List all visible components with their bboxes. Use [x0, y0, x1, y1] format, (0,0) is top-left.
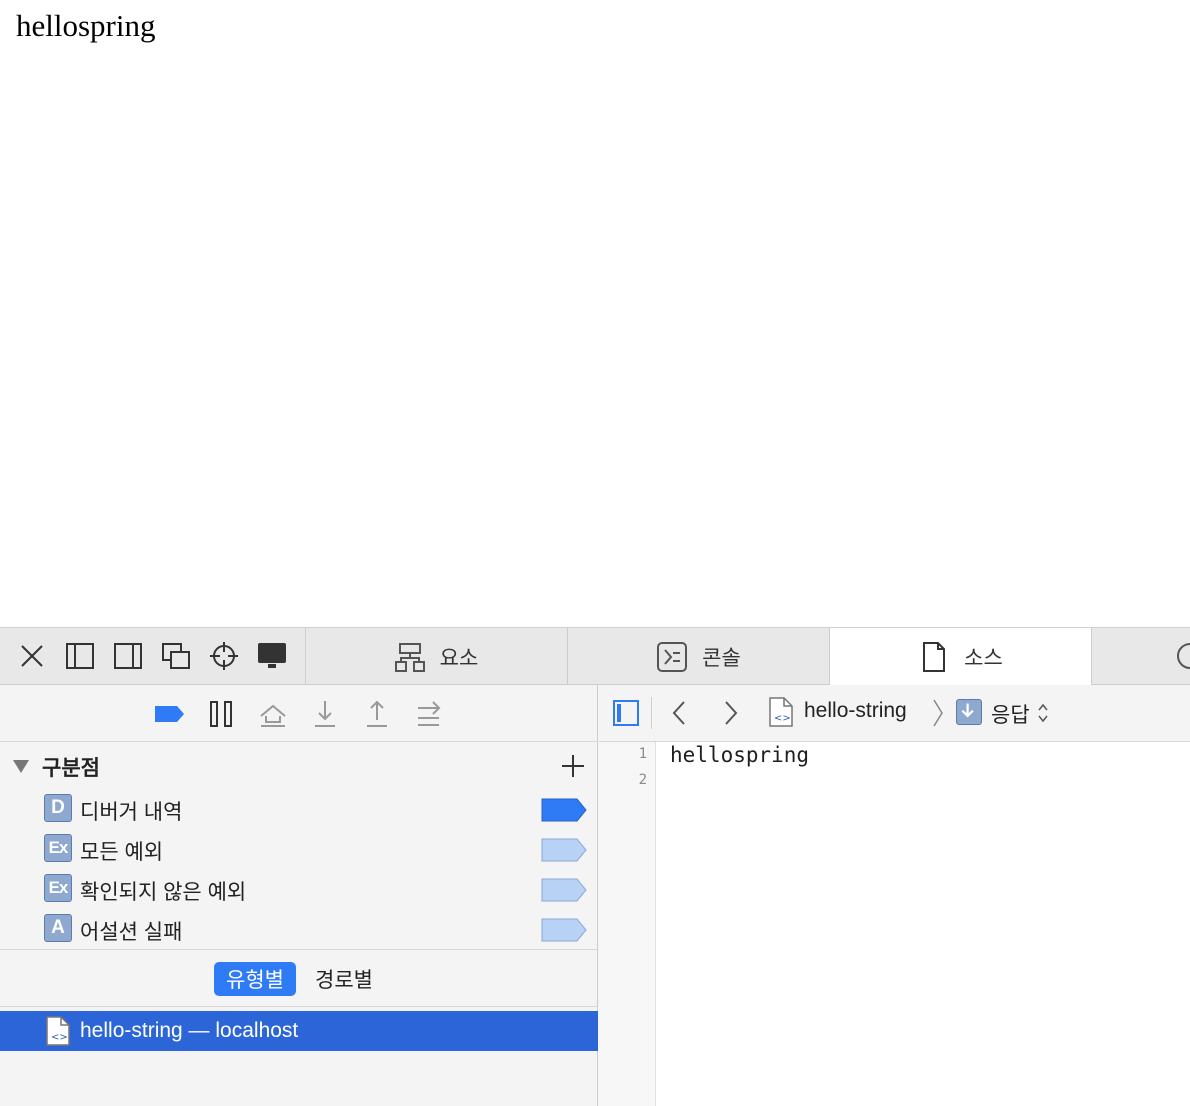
detach-window-icon[interactable] — [158, 638, 194, 674]
breakpoint-label: 어설션 실패 — [80, 921, 183, 944]
nav-separator — [651, 697, 652, 729]
breakpoints-title: 구분점 — [42, 757, 100, 780]
debugger-badge-icon: D — [44, 794, 72, 822]
console-icon — [657, 641, 688, 672]
inspector-tab-bar: 요소 콘솔 소스 — [0, 628, 1190, 686]
line-number: 1 — [638, 746, 647, 762]
breakpoint-disabled-flag-icon[interactable] — [541, 838, 587, 862]
breakpoint-label: 확인되지 않은 예외 — [80, 881, 247, 904]
forward-chevron-icon[interactable] — [714, 697, 746, 729]
scope-by-type-button[interactable]: 유형별 — [214, 962, 296, 996]
page-body-text: hellospring — [16, 8, 156, 43]
resource-tree-item[interactable]: <> hello-string — localhost — [0, 1011, 598, 1051]
breakpoint-label: 디버거 내역 — [80, 801, 183, 824]
scope-by-path-button[interactable]: 경로별 — [303, 962, 385, 996]
response-download-icon — [956, 699, 982, 725]
tab-sources[interactable]: 소스 — [830, 628, 1091, 686]
code-line[interactable]: hellospring — [670, 743, 809, 767]
breakpoints-section-header[interactable]: 구분점 — [0, 742, 598, 788]
breakpoint-label: 모든 예외 — [80, 841, 164, 864]
step-into-icon[interactable] — [308, 697, 342, 731]
tab-divider — [1091, 628, 1092, 685]
inspect-crosshair-icon[interactable] — [206, 638, 242, 674]
pause-icon[interactable] — [204, 697, 238, 731]
html-file-icon: <> — [46, 1016, 70, 1046]
elements-icon — [394, 642, 425, 672]
dock-left-icon[interactable] — [62, 638, 98, 674]
breakpoint-row-all-exceptions[interactable]: Ex 모든 예외 — [0, 828, 598, 868]
exception-badge-icon: Ex — [44, 874, 72, 902]
breadcrumb-separator-icon — [933, 699, 943, 727]
resource-label: hello-string — localhost — [80, 1019, 299, 1042]
line-number-gutter: 1 2 — [599, 742, 656, 1106]
dock-right-icon[interactable] — [110, 638, 146, 674]
web-inspector: 요소 콘솔 소스 구분점 D 디버거 내역 Ex 모든 예외 Ex 확인되지 않… — [0, 627, 1190, 1106]
tab-label: 요소 — [439, 646, 479, 670]
source-content: <> hello-string 응답 1 2 hellospring — [599, 685, 1190, 1106]
content-navigation-bar: <> hello-string 응답 — [599, 685, 1190, 742]
add-breakpoint-icon[interactable] — [558, 751, 588, 781]
page-viewport: hellospring — [0, 0, 1190, 627]
tab-elements[interactable]: 요소 — [306, 628, 566, 685]
close-icon[interactable] — [14, 638, 50, 674]
step-over-icon[interactable] — [256, 697, 290, 731]
breakpoint-row-debugger-statements[interactable]: D 디버거 내역 — [0, 788, 598, 828]
scope-bar: 유형별 경로별 — [0, 949, 598, 1007]
breadcrumb-response[interactable]: 응답 — [991, 699, 1030, 729]
breakpoints-toggle-icon[interactable] — [152, 697, 186, 731]
tab-label: 소스 — [964, 647, 1003, 670]
continue-icon[interactable] — [412, 697, 446, 731]
network-icon[interactable] — [1172, 638, 1190, 674]
assertion-badge-icon: A — [44, 914, 72, 942]
step-out-icon[interactable] — [360, 697, 394, 731]
breadcrumb-file[interactable]: hello-string — [804, 699, 907, 723]
updown-chevron-icon[interactable] — [1036, 699, 1050, 727]
toggle-sidebar-icon[interactable] — [610, 697, 642, 729]
navigation-sidebar: 구분점 D 디버거 내역 Ex 모든 예외 Ex 확인되지 않은 예외 A 어설… — [0, 685, 598, 1106]
breakpoint-disabled-flag-icon[interactable] — [541, 878, 587, 902]
exception-badge-icon: Ex — [44, 834, 72, 862]
tab-console[interactable]: 콘솔 — [568, 628, 829, 685]
breakpoint-row-assertion-failures[interactable]: A 어설션 실패 — [0, 908, 598, 948]
svg-text:<>: <> — [774, 713, 791, 724]
html-file-icon: <> — [769, 697, 793, 727]
breakpoint-row-uncaught-exceptions[interactable]: Ex 확인되지 않은 예외 — [0, 868, 598, 908]
device-screen-icon[interactable] — [254, 638, 290, 674]
back-chevron-icon[interactable] — [664, 697, 696, 729]
line-number: 2 — [638, 772, 647, 788]
disclosure-triangle-icon[interactable] — [12, 758, 30, 774]
breakpoint-enabled-flag-icon[interactable] — [541, 798, 587, 822]
document-icon — [923, 642, 946, 672]
debugger-toolbar — [0, 685, 598, 742]
svg-text:<>: <> — [51, 1032, 68, 1043]
tab-label: 콘솔 — [702, 646, 741, 670]
breakpoint-disabled-flag-icon[interactable] — [541, 918, 587, 942]
